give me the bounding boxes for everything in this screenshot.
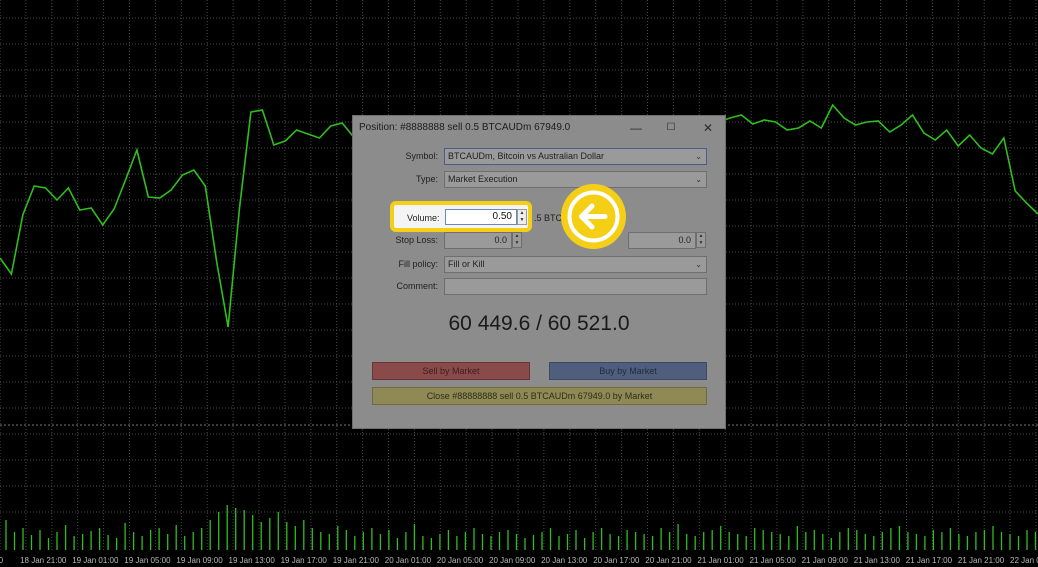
fill-policy-value: Fill or Kill	[448, 259, 485, 269]
close-window-button[interactable]: ✕	[697, 118, 719, 138]
time-axis-label: 19 Jan 09:00	[176, 556, 223, 565]
time-axis-label: 21 Jan 09:00	[802, 556, 849, 565]
time-axis-label: 19 Jan 13:00	[229, 556, 276, 565]
sell-by-market-button[interactable]: Sell by Market	[372, 362, 530, 380]
time-axis-label: 19 Jan 01:00	[72, 556, 119, 565]
type-label: Type:	[415, 174, 438, 184]
volume-input[interactable]: 0.50	[445, 209, 517, 225]
chevron-down-icon: ⌄	[695, 260, 702, 269]
stop-loss-label: Stop Loss:	[395, 235, 438, 245]
time-axis: :00 18 Jan 21:00 19 Jan 01:00 19 Jan 05:00 1…	[0, 556, 1038, 565]
dialog-titlebar: Position: #8888888 sell 0.5 BTCAUDm 6794…	[353, 116, 725, 140]
maximize-button[interactable]: ☐	[660, 118, 682, 138]
comment-input[interactable]	[444, 278, 707, 295]
time-axis-label: 21 Jan 17:00	[906, 556, 953, 565]
time-axis-label: 21 Jan 05:00	[750, 556, 797, 565]
chevron-down-icon: ⌄	[695, 175, 702, 184]
close-position-button[interactable]: Close #88888888 sell 0.5 BTCAUDm 67949.0…	[372, 387, 707, 405]
time-axis-label: 20 Jan 17:00	[593, 556, 640, 565]
arrow-left-icon	[561, 184, 626, 249]
time-axis-label: 19 Jan 05:00	[124, 556, 171, 565]
minimize-button[interactable]: —	[625, 118, 647, 138]
buy-by-market-button[interactable]: Buy by Market	[549, 362, 707, 380]
time-axis-label: 20 Jan 13:00	[541, 556, 588, 565]
comment-label: Comment:	[396, 281, 438, 291]
time-axis-label: 20 Jan 21:00	[645, 556, 692, 565]
time-axis-label: 20 Jan 09:00	[489, 556, 536, 565]
type-value: Market Execution	[448, 174, 518, 184]
time-axis-label: 19 Jan 17:00	[281, 556, 328, 565]
position-dialog: Position: #8888888 sell 0.5 BTCAUDm 6794…	[352, 115, 726, 429]
fill-policy-label: Fill policy:	[398, 259, 438, 269]
symbol-value: BTCAUDm, Bitcoin vs Australian Dollar	[448, 151, 605, 161]
symbol-label: Symbol:	[405, 151, 438, 161]
time-axis-label: 20 Jan 01:00	[385, 556, 432, 565]
time-axis-label: :00	[0, 556, 4, 565]
fill-policy-select[interactable]: Fill or Kill ⌄	[444, 256, 707, 273]
take-profit-input[interactable]: 0.0	[628, 232, 696, 249]
volume-highlight: Volume: 0.50 ▲ ▼	[390, 201, 532, 232]
dialog-title: Position: #8888888 sell 0.5 BTCAUDm 6794…	[359, 122, 571, 133]
take-profit-spinner[interactable]: ▲ ▼	[696, 232, 706, 248]
time-axis-label: 20 Jan 05:00	[437, 556, 484, 565]
time-axis-label: 21 Jan 01:00	[697, 556, 744, 565]
time-axis-label: 21 Jan 13:00	[854, 556, 901, 565]
time-axis-label: 18 Jan 21:00	[20, 556, 67, 565]
volume-spinner[interactable]: ▲ ▼	[517, 209, 527, 225]
time-axis-label: 21 Jan 21:00	[958, 556, 1005, 565]
symbol-select[interactable]: BTCAUDm, Bitcoin vs Australian Dollar ⌄	[444, 148, 707, 165]
stop-loss-spinner[interactable]: ▲ ▼	[512, 232, 522, 248]
arrow-left-glyph	[567, 190, 620, 243]
time-axis-label: 22 Jan 0	[1010, 556, 1038, 565]
volume-label: Volume:	[407, 213, 440, 223]
bid-ask-price: 60 449.6 / 60 521.0	[448, 312, 630, 335]
stop-loss-input[interactable]: 0.0	[444, 232, 512, 249]
volume-unit: .5 BTC	[534, 213, 563, 223]
chevron-down-icon: ⌄	[695, 152, 702, 161]
time-axis-label: 19 Jan 21:00	[333, 556, 380, 565]
